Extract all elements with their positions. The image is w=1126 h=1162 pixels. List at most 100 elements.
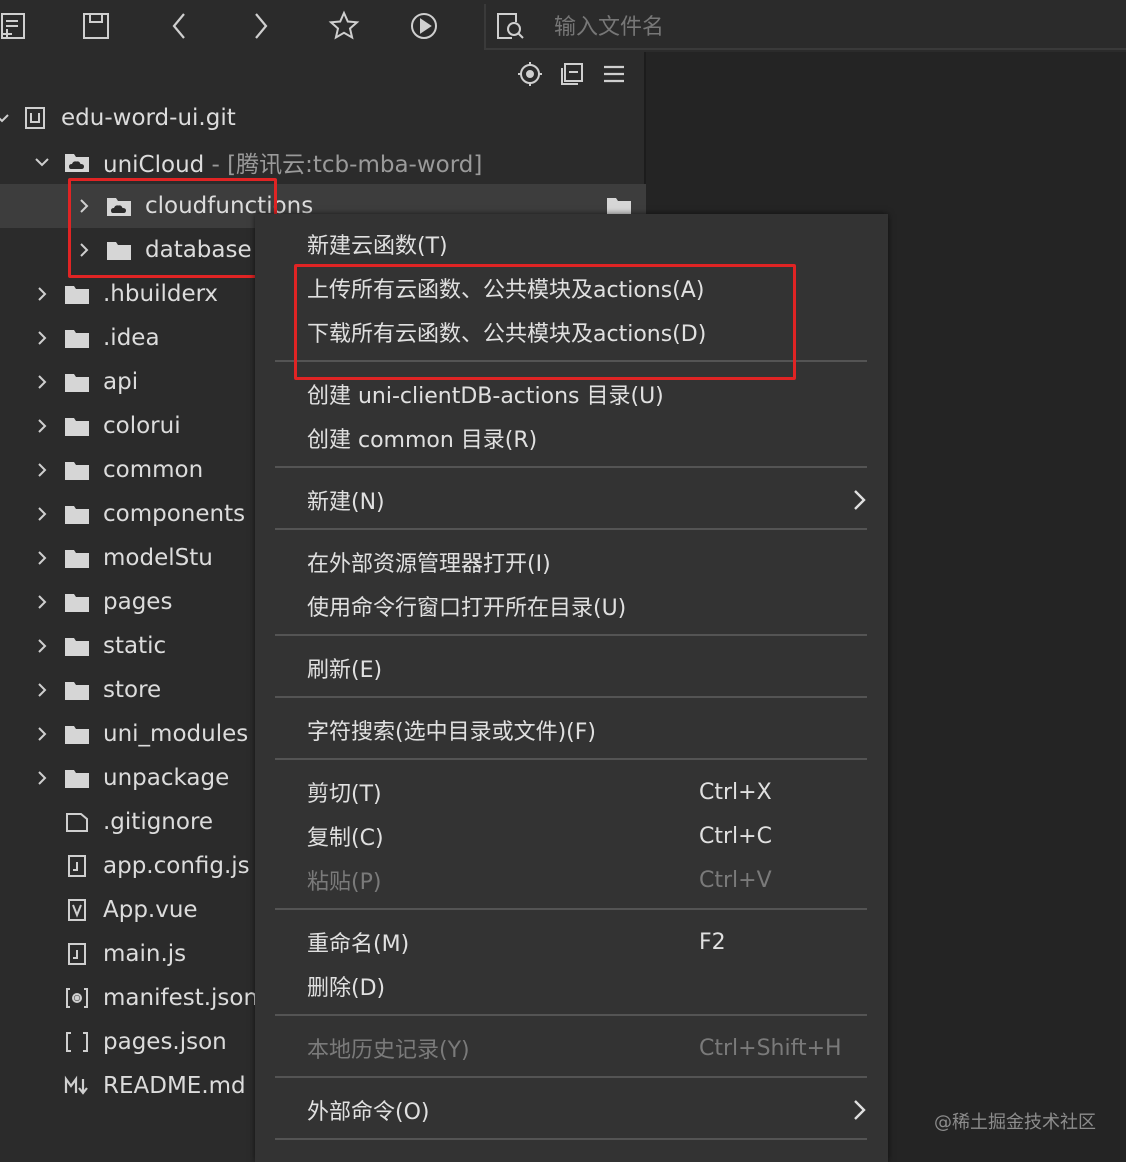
copy-item[interactable]: 复制(C) Ctrl+C [307,816,868,856]
menu-item-label: 下载所有云函数、公共模块及actions(D) [307,322,707,347]
create-clientdb-actions-item[interactable]: 创建 uni-clientDB-actions 目录(U) [307,374,868,414]
tree-item-name: manifest.json [103,985,259,1011]
menu-item-label: 新建(N) [307,490,385,515]
watermark: @稀土掘金技术社区 [934,1112,1096,1133]
cloud-folder-icon [64,151,90,173]
tree-item-label: api [103,369,138,395]
local-history-item: 本地历史记录(Y) Ctrl+Shift+H [307,1028,868,1068]
menu-item-label: 字符搜索(选中目录或文件)(F) [307,720,596,745]
menu-item-label: 新建云函数(T) [307,234,448,259]
tree-item-name: README.md [103,1073,246,1099]
new-cloud-function-item[interactable]: 新建云函数(T) [307,224,868,264]
chevron-right-icon[interactable] [32,636,52,656]
save-icon[interactable] [76,6,116,46]
json-file-icon [64,1031,90,1053]
chevron-right-icon[interactable] [32,680,52,700]
tree-item-label: manifest.json [103,985,258,1011]
menu-separator [275,908,867,910]
chevron-right-icon[interactable] [32,328,52,348]
tree-item-name: uni_modules [103,721,249,747]
submenu-arrow-icon [850,488,868,512]
paste-item: 粘贴(P) Ctrl+V [307,860,868,900]
chevron-right-icon[interactable] [32,768,52,788]
chevron-right-icon[interactable] [32,372,52,392]
folder-icon [64,415,90,437]
tree-item-label: uni_modules [103,721,248,747]
tree-item[interactable]: uniCloud - [腾讯云:tcb-mba-word] [0,140,646,184]
file-search-box [484,4,1126,50]
tree-item-label: unpackage [103,765,229,791]
menu-separator [275,1138,867,1140]
folder-icon [64,459,90,481]
chevron-right-icon[interactable] [32,504,52,524]
file-search-icon[interactable] [490,6,530,46]
tree-item-name: pages.json [103,1029,227,1055]
menu-item-label: 创建 uni-clientDB-actions 目录(U) [307,384,664,409]
folder-icon [64,723,90,745]
tree-item-name: pages [103,589,173,615]
forward-icon[interactable] [240,6,280,46]
upload-all-item[interactable]: 上传所有云函数、公共模块及actions(A) [307,268,868,308]
tree-item-label: edu-word-ui.git [61,105,236,131]
toolbar [0,0,1126,52]
create-common-item[interactable]: 创建 common 目录(R) [307,418,868,458]
external-command-item[interactable]: 外部命令(O) [307,1090,868,1130]
chevron-right-icon[interactable] [32,416,52,436]
tree-item-name: unpackage [103,765,230,791]
cut-item[interactable]: 剪切(T) Ctrl+X [307,772,868,812]
tree-item-name: components [103,501,246,527]
star-icon[interactable] [324,6,364,46]
locate-icon[interactable] [516,60,544,88]
tree-item[interactable]: edu-word-ui.git [0,96,646,140]
chevron-right-icon[interactable] [32,284,52,304]
download-all-item[interactable]: 下载所有云函数、公共模块及actions(D) [307,312,868,352]
delete-item[interactable]: 删除(D) [307,966,868,1006]
tree-item-label: modelStu [103,545,213,571]
folder-icon [64,635,90,657]
collapse-icon[interactable] [558,60,586,88]
menu-separator [275,1076,867,1078]
open-in-terminal-item[interactable]: 使用命令行窗口打开所在目录(U) [307,586,868,626]
tree-item-name: uniCloud [103,152,205,178]
tree-item-label: static [103,633,166,659]
chevron-right-icon[interactable] [32,460,52,480]
tree-item-name: common [103,457,204,483]
chevron-right-icon[interactable] [32,548,52,568]
menu-separator [275,696,867,698]
chevron-right-icon[interactable] [32,592,52,612]
menu-icon[interactable] [600,60,628,88]
back-icon[interactable] [160,6,200,46]
chevron-right-icon[interactable] [74,196,94,216]
chevron-right-icon[interactable] [32,724,52,744]
tree-item-label: App.vue [103,897,198,923]
tree-item-cloud-info: - [腾讯云:tcb-mba-word] [204,152,483,178]
file-search-input[interactable] [554,10,1054,44]
file-icon [64,811,90,833]
js-file-icon [64,855,90,877]
folder-icon [64,767,90,789]
new-submenu-item[interactable]: 新建(N) [307,480,868,520]
run-icon[interactable] [404,6,444,46]
tree-item-name: database [145,237,252,263]
folder-icon [64,283,90,305]
rename-item[interactable]: 重命名(M) F2 [307,922,868,962]
chevron-right-icon[interactable] [74,240,94,260]
tree-item-name: colorui [103,413,181,439]
menu-separator [275,758,867,760]
tree-item-label: .idea [103,325,160,351]
menu-separator [275,1014,867,1016]
open-in-explorer-item[interactable]: 在外部资源管理器打开(I) [307,542,868,582]
tree-item-name: app.config.js [103,853,250,879]
new-file-icon[interactable] [0,6,34,46]
chevron-down-icon[interactable] [0,108,12,128]
menu-separator [275,466,867,468]
refresh-item[interactable]: 刷新(E) [307,648,868,688]
menu-item-label: 外部命令(O) [307,1100,430,1125]
tree-item-label: pages [103,589,172,615]
chevron-down-icon[interactable] [32,152,52,172]
text-search-item[interactable]: 字符搜索(选中目录或文件)(F) [307,710,868,750]
menu-item-shortcut: Ctrl+Shift+H [699,1035,842,1061]
tree-item-label: main.js [103,941,186,967]
folder-icon [64,327,90,349]
tree-item-label: .gitignore [103,809,213,835]
